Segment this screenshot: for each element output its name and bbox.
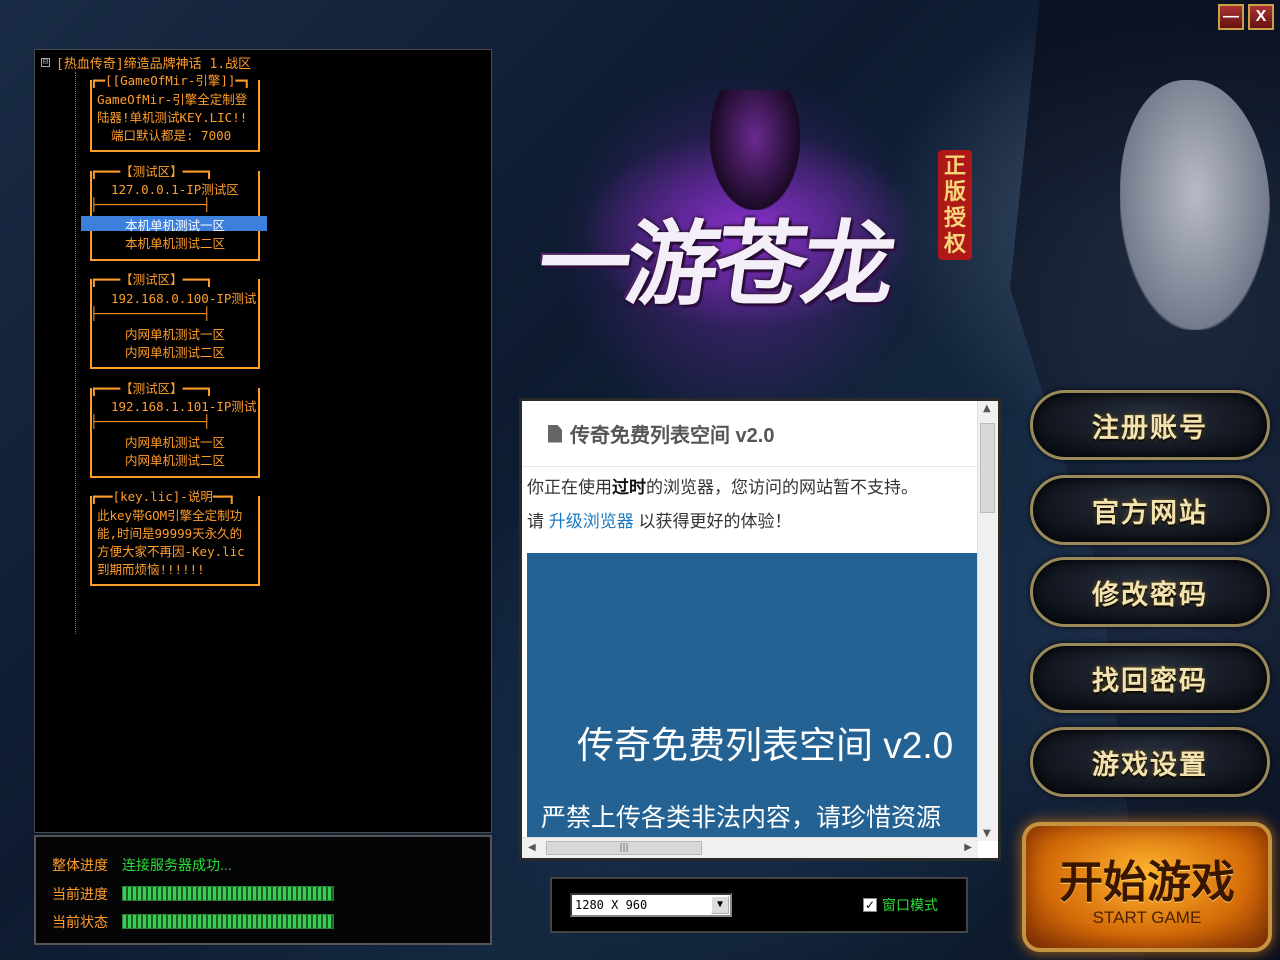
news-browser[interactable]: 传奇免费列表空间 v2.0 你正在使用过时的浏览器，您访问的网站暂不支持。 请 …	[519, 398, 1001, 861]
server-item[interactable]: 192.168.1.101-IP测试	[111, 396, 256, 415]
hero-banner: 传奇免费列表空间 v2.0 严禁上传各类非法内容，请珍惜资源	[527, 553, 977, 843]
overall-progress-value: 连接服务器成功...	[122, 857, 232, 873]
minimize-icon: —	[1223, 8, 1239, 25]
list-item[interactable]: 陆器!单机测试KEY.LIC!!	[97, 107, 247, 126]
separator: ├──────────────┤	[90, 197, 211, 212]
list-item[interactable]: 到期而烦恼!!!!!!	[97, 559, 205, 578]
game-settings-button[interactable]: 游戏设置	[1030, 727, 1270, 797]
server-item[interactable]: 内网单机测试一区	[125, 324, 225, 343]
start-game-button[interactable]: 开始游戏 START GAME	[1022, 822, 1272, 952]
minimize-button[interactable]: —	[1218, 4, 1244, 30]
vertical-scroll-thumb[interactable]	[980, 423, 995, 513]
current-progress-label: 当前进度	[52, 886, 108, 902]
browser-title: 传奇免费列表空间 v2.0	[570, 425, 775, 447]
register-button[interactable]: 注册账号	[1030, 390, 1270, 460]
vertical-scrollbar[interactable]: ▲ ▼	[977, 401, 998, 841]
hero-subtitle: 严禁上传各类非法内容，请珍惜资源	[541, 804, 942, 832]
start-game-sublabel: START GAME	[1092, 908, 1202, 927]
notice-bold: 过时	[612, 478, 646, 497]
outdated-notice: 你正在使用过时的浏览器，您访问的网站暂不支持。 请 升级浏览器 以获得更好的体验…	[527, 471, 977, 539]
logo-seal-char: 正	[943, 153, 966, 179]
logo-title: 一游苍龙	[531, 210, 899, 318]
list-item[interactable]: 方便大家不再因-Key.lic	[97, 541, 245, 560]
server-item[interactable]: 内网单机测试二区	[125, 342, 225, 361]
resolution-select[interactable]: 1280 X 960 ▼	[570, 893, 732, 917]
status-panel: 整体进度 连接服务器成功... 当前进度 当前状态	[34, 835, 492, 945]
notice-text: 的浏览器，您访问的网站暂不支持。	[646, 478, 918, 497]
change-password-button[interactable]: 修改密码	[1030, 557, 1270, 627]
outdated-line-2: 请 升级浏览器 以获得更好的体验！	[527, 505, 977, 539]
display-settings: 1280 X 960 ▼ ✓ 窗口模式	[550, 877, 968, 933]
list-item[interactable]: 能,时间是99999天永久的	[97, 523, 242, 542]
horizontal-scroll-thumb[interactable]: |||	[546, 841, 702, 855]
browser-header: 传奇免费列表空间 v2.0	[522, 401, 977, 467]
game-logo: 一游苍龙 正 版 授 权	[531, 90, 980, 330]
list-item[interactable]: 此key带GOM引擎全定制功	[97, 505, 242, 524]
server-item[interactable]: 内网单机测试一区	[125, 432, 225, 451]
overall-progress-label: 整体进度	[52, 857, 108, 873]
scroll-right-icon[interactable]: ▶	[964, 842, 972, 853]
horizontal-scrollbar[interactable]: ◀ ||| ▶	[522, 837, 978, 858]
outdated-line-1: 你正在使用过时的浏览器，您访问的网站暂不支持。	[527, 471, 977, 505]
website-button[interactable]: 官方网站	[1030, 475, 1270, 545]
tree-connector	[75, 72, 76, 634]
server-item-selected[interactable]: 本机单机测试一区	[125, 215, 225, 234]
window-mode-checkbox[interactable]: ✓	[863, 898, 877, 912]
current-state-bar	[122, 914, 334, 929]
window-mode-label[interactable]: 窗口模式	[882, 895, 938, 915]
list-item[interactable]: GameOfMir-引擎全定制登	[97, 89, 247, 108]
notice-text: 你正在使用	[527, 478, 612, 497]
recover-password-button[interactable]: 找回密码	[1030, 643, 1270, 713]
logo-seal-char: 版	[943, 179, 966, 205]
server-item[interactable]: 本机单机测试二区	[125, 233, 225, 252]
scroll-down-icon[interactable]: ▼	[983, 828, 991, 839]
logo-seal-char: 权	[943, 231, 966, 257]
server-item[interactable]: 内网单机测试二区	[125, 450, 225, 469]
scroll-up-icon[interactable]: ▲	[983, 403, 991, 414]
close-icon: X	[1255, 8, 1267, 25]
notice-text: 请	[527, 512, 549, 531]
server-item[interactable]: 127.0.0.1-IP测试区	[111, 179, 239, 198]
notice-text: 以获得更好的体验！	[633, 512, 792, 531]
separator: ├──────────────┤	[90, 414, 211, 429]
scroll-left-icon[interactable]: ◀	[528, 842, 536, 853]
collapse-icon[interactable]: ⊟	[41, 58, 50, 67]
current-progress-bar	[122, 886, 334, 901]
chevron-down-icon[interactable]: ▼	[711, 896, 729, 914]
resolution-value: 1280 X 960	[575, 898, 648, 912]
close-button[interactable]: X	[1248, 4, 1274, 30]
server-tree[interactable]: ⊟ [热血传奇]缔造品牌神话 1.战区 ┏━[[GameOfMir-引擎]]━┓…	[34, 49, 492, 833]
list-item[interactable]: 端口默认都是: 7000	[111, 125, 231, 144]
server-item[interactable]: 192.168.0.100-IP测试	[111, 288, 256, 307]
document-icon	[548, 424, 562, 443]
upgrade-browser-link[interactable]: 升级浏览器	[549, 512, 634, 531]
hero-title: 传奇免费列表空间 v2.0	[577, 725, 954, 766]
logo-seal-char: 授	[943, 205, 966, 231]
separator: ├──────────────┤	[90, 306, 211, 321]
logo-seal: 正 版 授 权	[938, 150, 972, 260]
start-game-label: 开始游戏	[1059, 857, 1235, 908]
current-state-label: 当前状态	[52, 914, 108, 930]
